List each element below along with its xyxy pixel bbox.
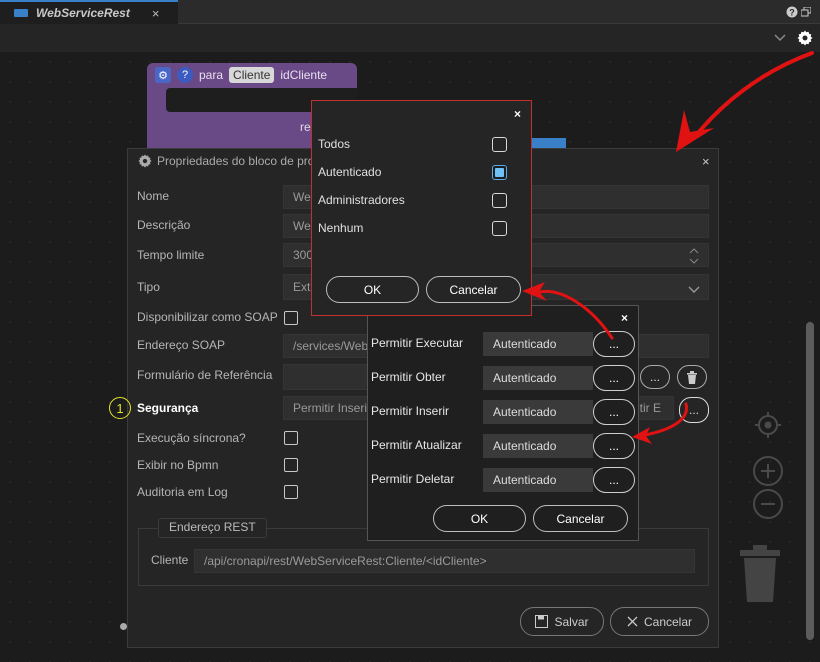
arrow-to-seguranca <box>643 402 688 437</box>
arrow-to-roles-cancel <box>538 289 614 340</box>
annotation-arrows <box>522 51 814 444</box>
arrow-to-gear <box>692 51 814 140</box>
arrow-to-gear-head <box>676 110 714 152</box>
